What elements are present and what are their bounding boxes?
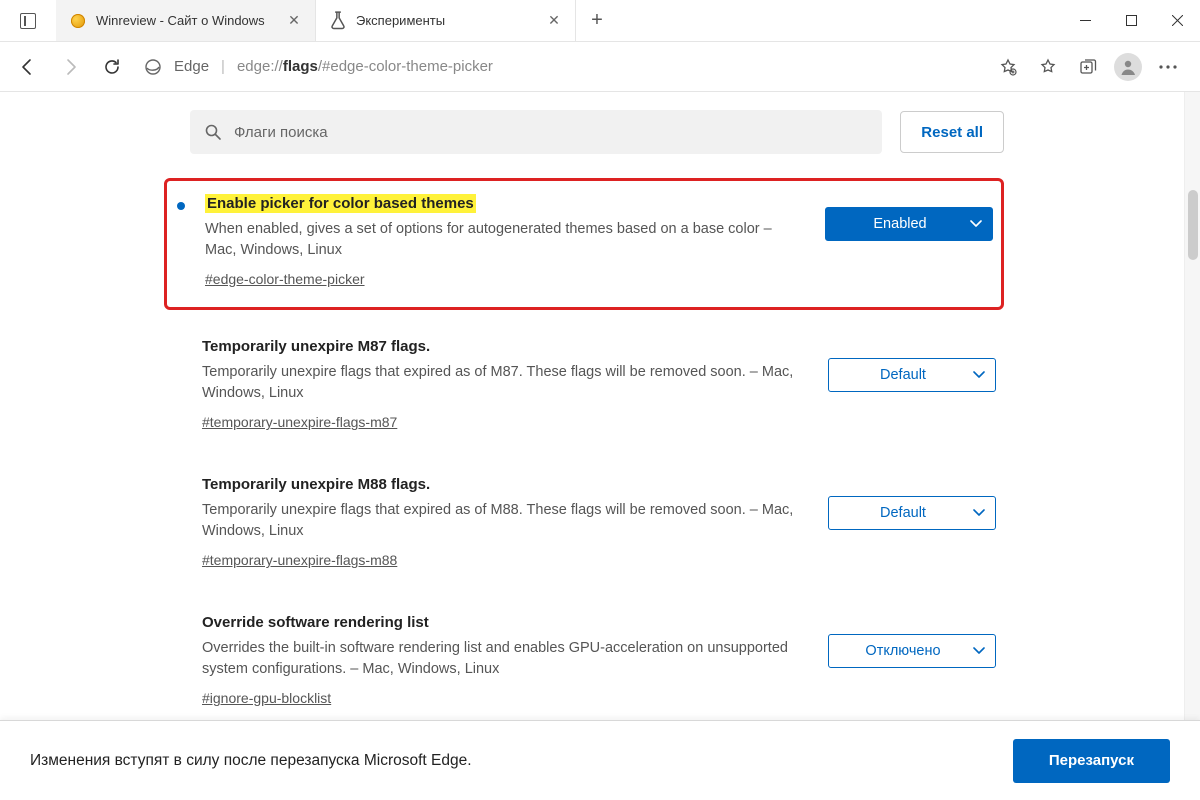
scrollbar[interactable] (1184, 92, 1200, 800)
select-value: Enabled (873, 216, 926, 232)
reset-all-button[interactable]: Reset all (900, 111, 1004, 153)
chevron-down-icon (970, 216, 982, 232)
footer-message: Изменения вступят в силу после перезапус… (30, 752, 472, 770)
select-value: Отключено (865, 643, 940, 659)
close-icon[interactable]: ✕ (287, 14, 301, 28)
toolbar: Edge | edge://flags/#edge-color-theme-pi… (0, 42, 1200, 92)
select-value: Default (880, 367, 926, 383)
tab-actions-button[interactable] (0, 0, 56, 41)
chevron-down-icon (973, 505, 985, 521)
menu-button[interactable] (1150, 49, 1186, 85)
forward-button[interactable] (52, 49, 88, 85)
install-site-button[interactable] (990, 49, 1026, 85)
flag-body: Temporarily unexpire M87 flags. Temporari… (202, 338, 808, 432)
flag-title: Enable picker for color based themes (205, 194, 476, 213)
flag-description: Temporarily unexpire flags that expired … (202, 362, 808, 404)
separator: | (221, 58, 225, 75)
tab-experiments[interactable]: Эксперименты ✕ (316, 0, 576, 41)
flag-row: Temporarily unexpire M88 flags. Temporari… (164, 454, 1004, 592)
flag-description: When enabled, gives a set of options for… (205, 219, 805, 261)
flag-title: Override software rendering list (202, 614, 429, 631)
flag-description: Temporarily unexpire flags that expired … (202, 500, 808, 542)
chevron-down-icon (973, 643, 985, 659)
restart-footer: Изменения вступят в силу после перезапус… (0, 720, 1200, 800)
flag-anchor-link[interactable]: #temporary-unexpire-flags-m87 (202, 414, 397, 430)
avatar-icon (1114, 53, 1142, 81)
flag-description: Overrides the built-in software renderin… (202, 638, 808, 680)
favicon-winreview (70, 13, 86, 29)
flag-state-select[interactable]: Enabled (825, 207, 993, 241)
flag-row: Temporarily unexpire M87 flags. Temporari… (164, 316, 1004, 454)
url-text: edge://flags/#edge-color-theme-picker (237, 58, 493, 75)
scroll-thumb[interactable] (1188, 190, 1198, 260)
flag-anchor-link[interactable]: #temporary-unexpire-flags-m88 (202, 552, 397, 568)
flask-icon (330, 13, 346, 29)
search-input[interactable]: Флаги поиска (190, 110, 882, 154)
maximize-button[interactable] (1108, 0, 1154, 41)
url-scheme-label: Edge (174, 58, 209, 75)
minimize-button[interactable] (1062, 0, 1108, 41)
page-viewport: Флаги поиска Reset all Enable picker for… (0, 92, 1200, 800)
tab-actions-icon (20, 13, 36, 29)
flag-title: Temporarily unexpire M88 flags. (202, 476, 430, 493)
tab-strip: Winreview - Сайт о Windows ✕ Эксперимент… (56, 0, 618, 41)
refresh-button[interactable] (94, 49, 130, 85)
flag-body: Override software rendering list Override… (202, 614, 808, 708)
scroll-area[interactable]: Флаги поиска Reset all Enable picker for… (0, 92, 1184, 800)
collections-button[interactable] (1070, 49, 1106, 85)
tab-title: Winreview - Сайт о Windows (96, 13, 277, 28)
toolbar-actions (990, 49, 1190, 85)
search-placeholder: Флаги поиска (234, 124, 328, 141)
new-tab-button[interactable]: + (576, 0, 618, 41)
tab-title: Эксперименты (356, 13, 537, 28)
flag-body: Enable picker for color based themes When… (205, 195, 805, 289)
flag-row: Enable picker for color based themes When… (164, 178, 1004, 310)
close-button[interactable] (1154, 0, 1200, 41)
flags-list: Enable picker for color based themes When… (0, 172, 1184, 800)
select-value: Default (880, 505, 926, 521)
flag-body: Temporarily unexpire M88 flags. Temporari… (202, 476, 808, 570)
flag-state-select[interactable]: Отключено (828, 634, 996, 668)
edge-icon (144, 58, 162, 76)
flag-state-select[interactable]: Default (828, 358, 996, 392)
profile-button[interactable] (1110, 49, 1146, 85)
address-bar[interactable]: Edge | edge://flags/#edge-color-theme-pi… (144, 58, 976, 76)
restart-button[interactable]: Перезапуск (1013, 739, 1170, 783)
flag-state-select[interactable]: Default (828, 496, 996, 530)
flag-title: Temporarily unexpire M87 flags. (202, 338, 430, 355)
favorites-button[interactable] (1030, 49, 1066, 85)
flag-anchor-link[interactable]: #ignore-gpu-blocklist (202, 690, 331, 706)
search-icon (204, 123, 222, 141)
flags-header: Флаги поиска Reset all (0, 92, 1184, 172)
close-icon[interactable]: ✕ (547, 14, 561, 28)
window-controls (1062, 0, 1200, 41)
flag-anchor-link[interactable]: #edge-color-theme-picker (205, 271, 365, 287)
back-button[interactable] (10, 49, 46, 85)
titlebar: Winreview - Сайт о Windows ✕ Эксперимент… (0, 0, 1200, 42)
flag-row: Override software rendering list Override… (164, 592, 1004, 730)
modified-indicator (177, 202, 185, 210)
tab-winreview[interactable]: Winreview - Сайт о Windows ✕ (56, 0, 316, 41)
chevron-down-icon (973, 367, 985, 383)
